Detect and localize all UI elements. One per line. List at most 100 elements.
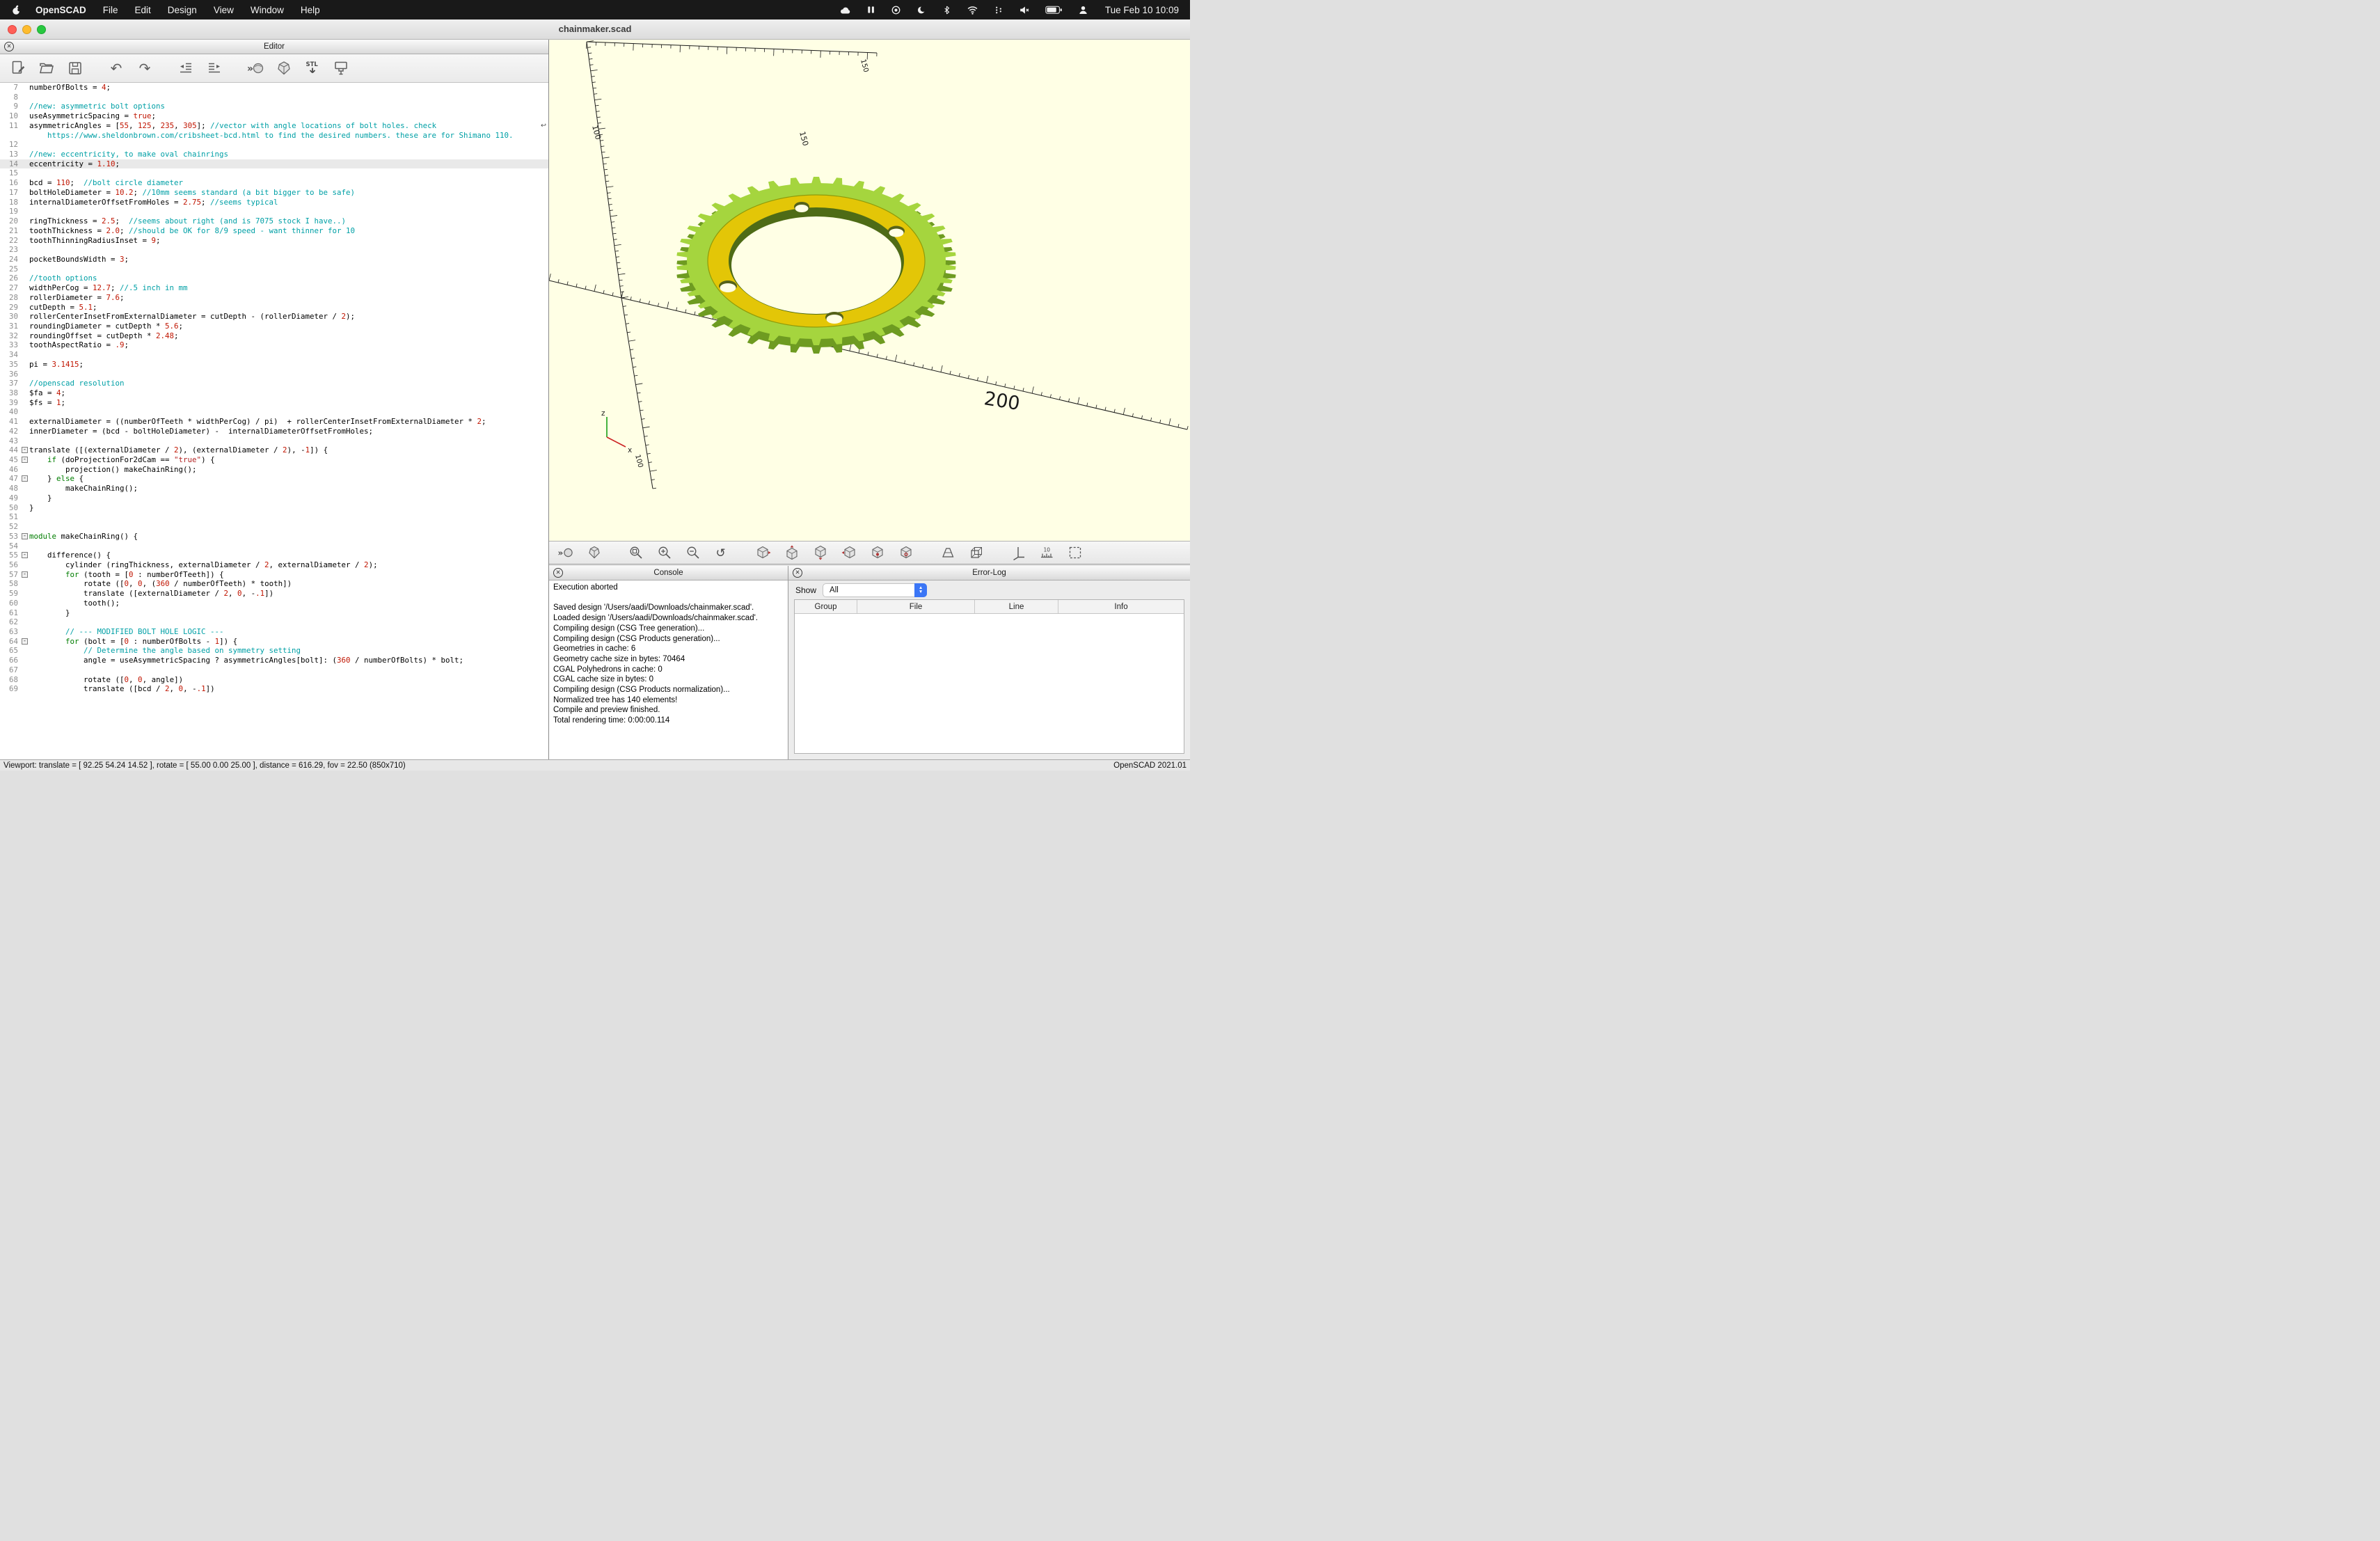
menu-view[interactable]: View (214, 5, 234, 15)
user-icon[interactable] (1078, 5, 1088, 15)
menubar-clock[interactable]: Tue Feb 10 10:09 (1105, 5, 1179, 15)
console-lines[interactable]: Execution aborted Saved design '/Users/a… (549, 580, 788, 759)
code-line[interactable]: 67 (0, 665, 548, 675)
code-line[interactable]: 11asymmetricAngles = [55, 125, 235, 305]… (0, 121, 548, 131)
code-line[interactable]: 30rollerCenterInsetFromExternalDiameter … (0, 312, 548, 322)
menu-design[interactable]: Design (168, 5, 197, 15)
reset-view-button[interactable]: ↺ (708, 543, 735, 562)
errorlog-col-group[interactable]: Group (795, 600, 857, 613)
moon-icon[interactable] (917, 5, 927, 15)
code-line[interactable]: 58 rotate ([0, 0, (360 / numberOfTeeth) … (0, 579, 548, 589)
record-icon[interactable] (891, 5, 901, 15)
errorlog-close-icon[interactable]: ✕ (793, 568, 802, 578)
apple-menu[interactable] (11, 4, 22, 16)
code-line[interactable]: 53-module makeChainRing() { (0, 532, 548, 542)
mute-icon[interactable] (1019, 5, 1030, 15)
code-line[interactable]: 64- for (bolt = [0 : numberOfBolts - 1])… (0, 637, 548, 647)
battery-icon[interactable] (1045, 6, 1063, 15)
errorlog-table-body[interactable] (795, 614, 1184, 753)
orthogonal-button[interactable] (963, 543, 990, 562)
code-line[interactable]: 35pi = 3.1415; (0, 360, 548, 370)
dots-icon[interactable] (994, 5, 1003, 15)
code-line[interactable]: 69 translate ([bcd / 2, 0, -.1]) (0, 684, 548, 694)
code-line[interactable]: 63 // --- MODIFIED BOLT HOLE LOGIC --- (0, 627, 548, 637)
view-front-button[interactable] (864, 543, 891, 562)
fold-marker-icon[interactable]: - (22, 475, 28, 482)
code-line[interactable]: 36 (0, 370, 548, 379)
open-button[interactable] (34, 57, 59, 79)
code-line[interactable]: 13//new: eccentricity, to make oval chai… (0, 150, 548, 159)
code-line[interactable]: 54 (0, 542, 548, 551)
code-line[interactable]: 61 } (0, 608, 548, 618)
fold-marker-icon[interactable]: - (22, 638, 28, 645)
code-line[interactable]: 25 (0, 264, 548, 274)
app-menu-openscad[interactable]: OpenSCAD (35, 5, 86, 15)
fold-marker-icon[interactable]: - (22, 447, 28, 453)
redo-button[interactable]: ↷ (132, 57, 157, 79)
code-line[interactable]: 66 angle = useAsymmetricSpacing ? asymme… (0, 656, 548, 665)
code-line[interactable]: 56 cylinder (ringThickness, externalDiam… (0, 560, 548, 570)
code-line[interactable]: 24pocketBoundsWidth = 3; (0, 255, 548, 264)
code-line[interactable]: 57- for (tooth = [0 : numberOfTeeth]) { (0, 570, 548, 580)
code-line[interactable]: 68 rotate ([0, 0, angle]) (0, 675, 548, 685)
vp-preview-button[interactable]: » (553, 543, 579, 562)
code-line[interactable]: 28rollerDiameter = 7.6; (0, 293, 548, 303)
preview-button[interactable]: » (243, 57, 268, 79)
show-scale-markers-button[interactable]: 10 (1033, 543, 1060, 562)
code-editor[interactable]: 7numberOfBolts = 4;89//new: asymmetric b… (0, 83, 548, 759)
fold-marker-icon[interactable]: - (22, 552, 28, 558)
view-all-button[interactable] (1062, 543, 1088, 562)
menu-window[interactable]: Window (251, 5, 284, 15)
code-line[interactable]: 44-translate ([(externalDiameter / 2), (… (0, 445, 548, 455)
code-line[interactable]: 34 (0, 350, 548, 360)
code-line[interactable]: 39$fs = 1; (0, 398, 548, 408)
menu-edit[interactable]: Edit (135, 5, 151, 15)
code-line[interactable]: 21toothThickness = 2.0; //should be OK f… (0, 226, 548, 236)
code-line[interactable]: 23 (0, 245, 548, 255)
cloud-icon[interactable] (839, 5, 851, 15)
export-stl-button[interactable]: STL (300, 57, 325, 79)
code-line[interactable]: 41externalDiameter = ((numberOfTeeth * w… (0, 417, 548, 427)
code-line[interactable]: 15 (0, 168, 548, 178)
view-back-button[interactable] (893, 543, 919, 562)
new-file-button[interactable] (6, 57, 31, 79)
code-line[interactable]: https://www.sheldonbrown.com/cribsheet-b… (0, 131, 548, 141)
code-line[interactable]: 40 (0, 407, 548, 417)
zoom-in-button[interactable] (651, 543, 678, 562)
code-line[interactable]: 14eccentricity = 1.10; (0, 159, 548, 169)
view-right-button[interactable] (750, 543, 777, 562)
fold-marker-icon[interactable]: - (22, 571, 28, 578)
show-axes-button[interactable] (1005, 543, 1031, 562)
code-line[interactable]: 48 makeChainRing(); (0, 484, 548, 493)
code-line[interactable]: 20ringThickness = 2.5; //seems about rig… (0, 216, 548, 226)
bluetooth-icon[interactable] (942, 5, 951, 15)
indent-button[interactable] (202, 57, 227, 79)
view-left-button[interactable] (836, 543, 862, 562)
undo-button[interactable]: ↶ (104, 57, 129, 79)
menu-help[interactable]: Help (301, 5, 320, 15)
code-line[interactable]: 49 } (0, 493, 548, 503)
code-line[interactable]: 42innerDiameter = (bcd - boltHoleDiamete… (0, 427, 548, 436)
save-button[interactable] (63, 57, 88, 79)
code-line[interactable]: 47- } else { (0, 474, 548, 484)
print-3d-button[interactable] (328, 57, 354, 79)
code-line[interactable]: 16bcd = 110; //bolt circle diameter (0, 178, 548, 188)
menu-file[interactable]: File (103, 5, 118, 15)
code-line[interactable]: 62 (0, 617, 548, 627)
code-line[interactable]: 18internalDiameterOffsetFromHoles = 2.75… (0, 198, 548, 207)
view-top-button[interactable] (779, 543, 805, 562)
code-line[interactable]: 65 // Determine the angle based on symme… (0, 646, 548, 656)
errorlog-col-line[interactable]: Line (975, 600, 1058, 613)
code-line[interactable]: 17boltHoleDiameter = 10.2; //10mm seems … (0, 188, 548, 198)
3d-viewport[interactable]: 100150150100200 z x (549, 40, 1190, 541)
code-line[interactable]: 26//tooth options (0, 274, 548, 283)
unindent-button[interactable] (173, 57, 198, 79)
zoom-out-button[interactable] (680, 543, 706, 562)
view-bottom-button[interactable] (807, 543, 834, 562)
code-line[interactable]: 43 (0, 436, 548, 446)
code-line[interactable]: 51 (0, 512, 548, 522)
code-line[interactable]: 9//new: asymmetric bolt options (0, 102, 548, 111)
errorlog-filter-dropdown[interactable]: All ▲▼ (823, 583, 927, 597)
vp-render-button[interactable] (581, 543, 608, 562)
code-line[interactable]: 27widthPerCog = 12.7; //.5 inch in mm (0, 283, 548, 293)
